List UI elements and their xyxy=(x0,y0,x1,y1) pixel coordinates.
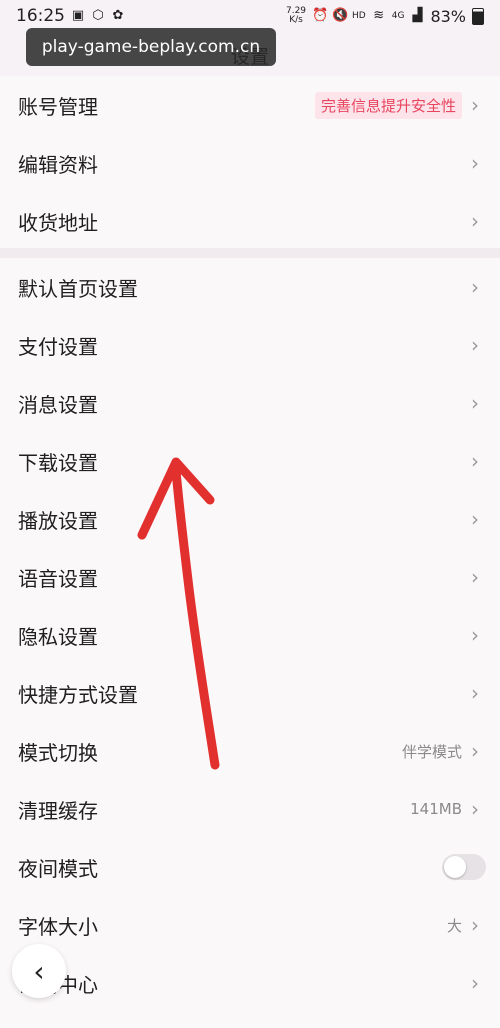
row-font-size[interactable]: 字体大小 大 › xyxy=(0,896,500,954)
row-label: 编辑资料 xyxy=(18,152,98,177)
hd-label: HD xyxy=(352,11,366,21)
row-label: 清理缓存 xyxy=(18,798,98,823)
row-voice-settings[interactable]: 语音设置 › xyxy=(0,548,500,606)
status-right: 7.29 K/s ⏰ 🔇 HD ≋ 4G ▟ 83% xyxy=(286,7,484,26)
chevron-right-icon: › xyxy=(471,623,479,647)
row-shortcut-settings[interactable]: 快捷方式设置 › xyxy=(0,664,500,722)
status-time: 16:25 xyxy=(16,6,65,26)
chevron-right-icon: › xyxy=(471,151,479,175)
section-divider xyxy=(0,248,500,258)
chevron-right-icon: › xyxy=(471,565,479,589)
chevron-right-icon: › xyxy=(471,449,479,473)
row-label: 消息设置 xyxy=(18,392,98,417)
row-label: 快捷方式设置 xyxy=(18,682,138,707)
row-playback-settings[interactable]: 播放设置 › xyxy=(0,490,500,548)
chevron-right-icon: › xyxy=(471,209,479,233)
status-left: 16:25 ▣ ⬡ ✿ xyxy=(16,6,125,26)
row-default-homepage[interactable]: 默认首页设置 › xyxy=(0,258,500,316)
row-label: 支付设置 xyxy=(18,334,98,359)
chevron-right-icon: › xyxy=(471,913,479,937)
cache-size-value: 141MB xyxy=(410,800,462,818)
row-message-settings[interactable]: 消息设置 › xyxy=(0,374,500,432)
chevron-left-icon: ‹ xyxy=(33,954,45,988)
row-help-center[interactable]: 帮助中心 › xyxy=(0,954,500,1012)
row-label: 默认首页设置 xyxy=(18,276,138,301)
row-label: 收货地址 xyxy=(18,210,98,235)
signal-type: 4G xyxy=(391,11,405,21)
chevron-right-icon: › xyxy=(471,275,479,299)
row-label: 夜间模式 xyxy=(18,856,98,881)
row-clear-cache[interactable]: 清理缓存 141MB › xyxy=(0,780,500,838)
chevron-right-icon: › xyxy=(471,739,479,763)
row-label: 模式切换 xyxy=(18,740,98,765)
settings-group: 默认首页设置 › 支付设置 › 消息设置 › 下载设置 › 播放设置 › 语音设… xyxy=(0,258,500,1028)
chevron-right-icon: › xyxy=(471,333,479,357)
security-badge: 完善信息提升安全性 xyxy=(314,91,462,119)
chevron-right-icon: › xyxy=(471,971,479,995)
mute-icon: 🔇 xyxy=(332,8,349,23)
row-privacy-settings[interactable]: 隐私设置 › xyxy=(0,606,500,664)
alarm-icon: ⏰ xyxy=(312,8,329,23)
chevron-right-icon: › xyxy=(471,681,479,705)
back-button[interactable]: ‹ xyxy=(12,944,66,998)
row-shipping-address[interactable]: 收货地址 › xyxy=(0,192,500,250)
row-night-mode: 夜间模式 xyxy=(0,838,500,896)
hexagon-icon: ⬡ xyxy=(92,8,104,23)
row-label: 隐私设置 xyxy=(18,624,98,649)
chevron-right-icon: › xyxy=(471,391,479,415)
mode-value: 伴学模式 xyxy=(401,742,462,761)
chevron-right-icon: › xyxy=(471,93,479,117)
font-size-value: 大 xyxy=(446,916,462,935)
speed-unit: K/s xyxy=(289,15,303,25)
row-label: 字体大小 xyxy=(18,914,98,939)
battery-icon xyxy=(472,7,484,25)
chevron-right-icon: › xyxy=(471,507,479,531)
row-payment-settings[interactable]: 支付设置 › xyxy=(0,316,500,374)
row-label: 播放设置 xyxy=(18,508,98,533)
gallery-icon: ▣ xyxy=(71,8,85,23)
signal-icon: ▟ xyxy=(412,8,423,23)
wifi-icon: ≋ xyxy=(373,8,385,23)
row-mode-switch[interactable]: 模式切换 伴学模式 › xyxy=(0,722,500,780)
row-download-settings[interactable]: 下载设置 › xyxy=(0,432,500,490)
network-speed: 7.29 K/s xyxy=(286,7,306,25)
row-label: 语音设置 xyxy=(18,566,98,591)
row-right: 伴学模式 › xyxy=(402,739,482,763)
watermark-banner: play-game-beplay.com.cn xyxy=(26,28,276,66)
row-label: 下载设置 xyxy=(18,450,98,475)
row-edit-profile[interactable]: 编辑资料 › xyxy=(0,134,500,192)
paw-icon: ✿ xyxy=(112,8,124,23)
chevron-right-icon: › xyxy=(471,797,479,821)
battery-percent: 83% xyxy=(430,6,466,26)
row-account-management[interactable]: 账号管理 完善信息提升安全性 › xyxy=(0,76,500,134)
row-right: 大 › xyxy=(447,913,482,937)
night-mode-toggle[interactable] xyxy=(442,854,486,880)
row-label: 账号管理 xyxy=(18,94,98,119)
account-group: 账号管理 完善信息提升安全性 › 编辑资料 › 收货地址 › xyxy=(0,76,500,248)
row-right: 141MB › xyxy=(410,797,482,821)
row-right: 完善信息提升安全性 › xyxy=(314,91,482,119)
